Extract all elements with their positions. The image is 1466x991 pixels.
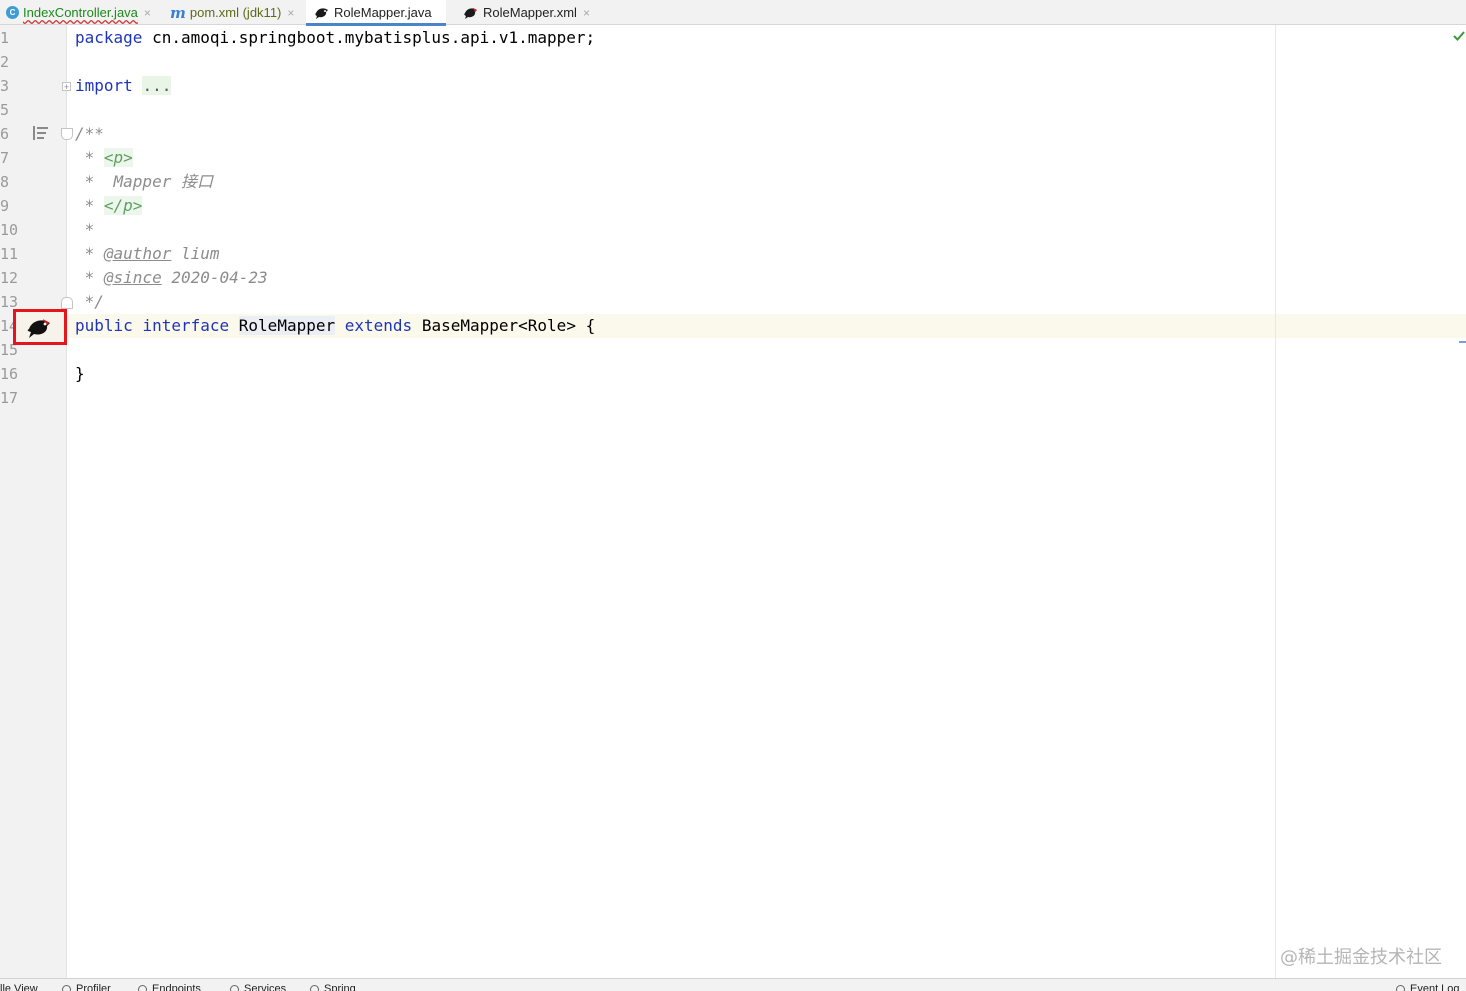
code-line-9[interactable]: * </p> — [75, 194, 143, 218]
author-value: lium — [171, 244, 220, 263]
code-line-3[interactable]: import ... — [75, 74, 172, 98]
scrollbar-marker[interactable] — [1459, 341, 1466, 343]
code-line-10[interactable]: * — [75, 218, 95, 242]
line-number: 7 — [0, 149, 10, 167]
keyword-extends: extends — [344, 316, 413, 335]
line-number: 17 — [0, 389, 19, 407]
line-number: 12 — [0, 269, 19, 287]
class-c-icon: C — [6, 6, 19, 19]
javadoc-author-tag: @author — [103, 244, 172, 263]
comment-star: * — [75, 196, 104, 215]
fold-end-icon[interactable] — [61, 297, 73, 309]
line-number: 11 — [0, 245, 19, 263]
since-value: 2020-04-23 — [161, 268, 268, 287]
line-number: 8 — [0, 173, 10, 191]
code-line-13[interactable]: */ — [75, 290, 104, 314]
html-tag-p-close: </p> — [103, 196, 143, 215]
code-line-11[interactable]: * @author lium — [75, 242, 220, 266]
inspection-ok-check-icon[interactable] — [1453, 30, 1465, 42]
keyword-interface: interface — [142, 316, 230, 335]
html-tag-p-open: <p> — [103, 148, 133, 167]
tool-window-event-log[interactable]: Event Log — [1396, 983, 1460, 991]
code-line-7[interactable]: * <p> — [75, 146, 133, 170]
tool-label: Profiler — [76, 983, 111, 991]
keyword-public: public — [75, 316, 133, 335]
folded-imports[interactable]: ... — [142, 76, 172, 95]
fold-collapse-icon[interactable] — [61, 128, 73, 140]
spring-icon — [310, 984, 319, 991]
base-mapper-type[interactable]: BaseMapper<Role> { — [412, 316, 595, 335]
close-icon[interactable]: × — [144, 6, 151, 20]
tool-label: Endpoints — [152, 983, 201, 991]
right-margin-guide — [1275, 25, 1276, 978]
line-number: 1 — [0, 29, 10, 47]
tab-indexcontroller[interactable]: C IndexController.java × — [6, 0, 151, 25]
tool-window-endpoints[interactable]: Endpoints — [138, 983, 201, 991]
event-log-icon — [1396, 984, 1405, 991]
keyword-package: package — [75, 28, 143, 47]
comment-star: * — [75, 148, 104, 167]
editor-tab-bar: C IndexController.java × m pom.xml (jdk1… — [0, 0, 1466, 26]
mybatis-bird-red-icon — [464, 7, 477, 19]
code-line-1[interactable]: package cn.amoqi.springboot.mybatisplus.… — [75, 26, 595, 50]
close-icon[interactable]: × — [287, 6, 294, 20]
javadoc-since-tag: @since — [103, 268, 162, 287]
line-number: 3 — [0, 77, 10, 95]
tool-window-profiler[interactable]: Profiler — [62, 983, 111, 991]
tab-label: RoleMapper.java — [334, 5, 432, 20]
code-line-14[interactable]: public interface RoleMapper extends Base… — [75, 314, 595, 338]
tab-label: IndexController.java — [23, 5, 138, 20]
code-line-16[interactable]: } — [75, 362, 85, 386]
tab-rolemapper-xml[interactable]: RoleMapper.xml × — [463, 0, 590, 25]
tool-window-spring[interactable]: Spring — [310, 983, 356, 991]
fold-expand-icon[interactable]: + — [62, 82, 71, 92]
endpoints-icon — [138, 984, 147, 991]
maven-m-icon: m — [170, 3, 186, 22]
interface-name[interactable]: RoleMapper — [238, 316, 336, 335]
code-line-6[interactable]: /** — [75, 122, 104, 146]
mybatis-bird-icon[interactable] — [26, 317, 54, 339]
code-line-8[interactable]: * Mapper 接口 — [75, 170, 213, 194]
line-number: 6 — [0, 125, 10, 143]
tab-label: RoleMapper.xml — [483, 5, 577, 20]
tab-pom-xml[interactable]: m pom.xml (jdk11) × — [170, 0, 294, 25]
code-line-12[interactable]: * @since 2020-04-23 — [75, 266, 268, 290]
profiler-icon — [62, 984, 71, 991]
watermark-text: @稀土掘金技术社区 — [1280, 947, 1442, 968]
mybatis-bird-icon — [315, 7, 328, 19]
services-icon — [230, 984, 239, 991]
line-number: 9 — [0, 197, 10, 215]
documentation-render-icon[interactable] — [33, 126, 49, 140]
line-number: 2 — [0, 53, 10, 71]
tab-label: pom.xml (jdk11) — [189, 5, 282, 20]
comment-star: * — [75, 244, 104, 263]
package-path: cn.amoqi.springboot.mybatisplus.api.v1.m… — [142, 28, 596, 47]
tab-rolemapper-java[interactable]: RoleMapper.java — [306, 0, 446, 26]
tool-window-services[interactable]: Services — [230, 983, 286, 991]
tool-label: Spring — [324, 983, 356, 991]
line-number: 5 — [0, 101, 10, 119]
bottom-tool-window-bar: lle View Profiler Endpoints Services Spr… — [0, 978, 1466, 991]
line-number: 10 — [0, 221, 19, 239]
comment-star: * — [75, 268, 104, 287]
tool-label: Services — [244, 983, 287, 991]
keyword-import: import — [75, 76, 133, 95]
tool-window-bundle-view[interactable]: lle View — [0, 983, 38, 991]
tool-label: Event Log — [1410, 983, 1460, 991]
tool-label: lle View — [0, 983, 38, 991]
mybatis-navigation-highlight[interactable] — [13, 309, 67, 345]
close-icon[interactable]: × — [583, 6, 590, 20]
line-number: 16 — [0, 365, 19, 383]
